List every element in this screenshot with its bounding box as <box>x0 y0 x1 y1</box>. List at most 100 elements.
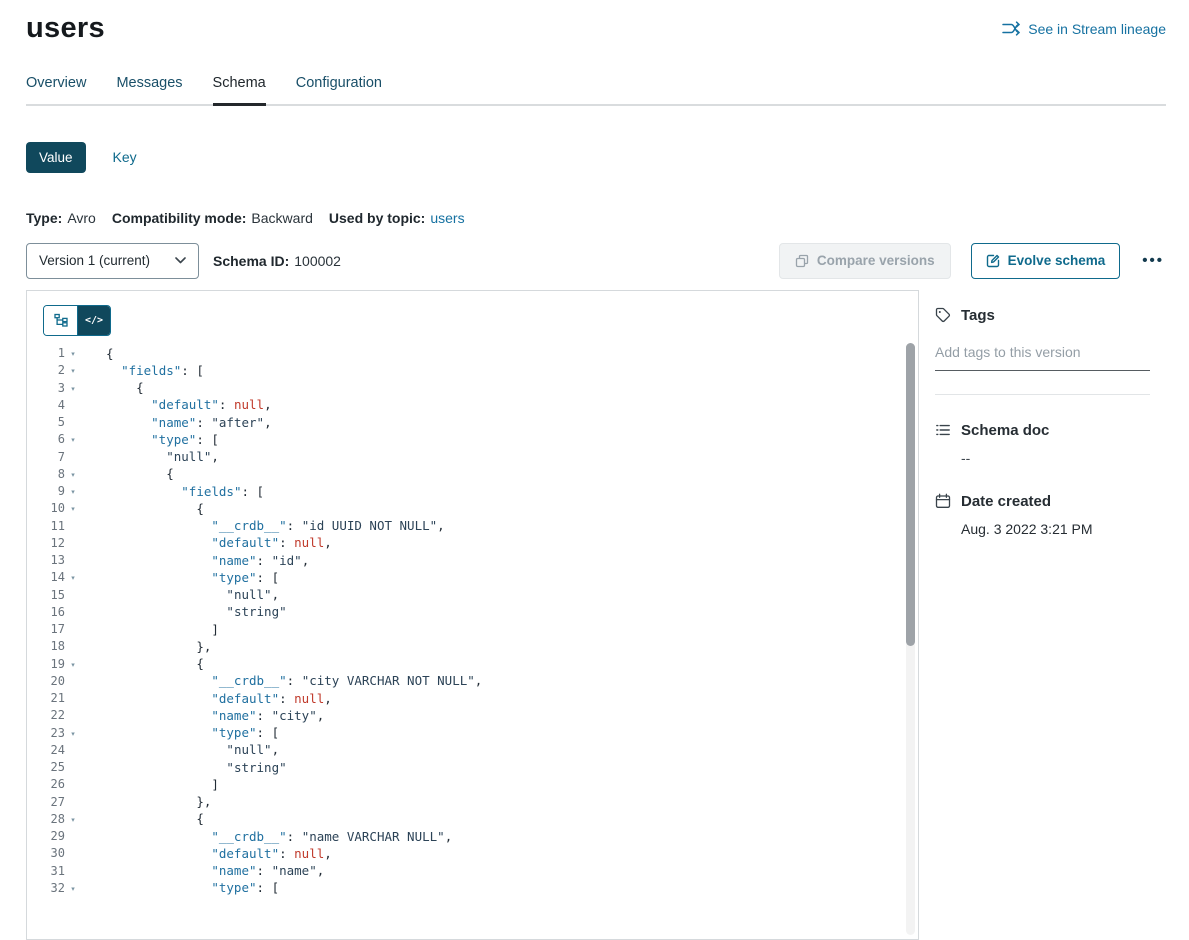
editor-toolbar: </> <box>27 291 918 336</box>
key-toggle-button[interactable]: Key <box>113 149 137 165</box>
code-line: 15 "null", <box>27 586 918 603</box>
code-text: { <box>81 655 204 672</box>
line-number: 29 <box>27 829 65 843</box>
topbar: users See in Stream lineage <box>26 0 1166 45</box>
code-text: "type": [ <box>81 879 279 896</box>
fold-spacer <box>65 628 81 630</box>
code-line: 21 "default": null, <box>27 690 918 707</box>
code-line: 12 "default": null, <box>27 534 918 551</box>
code-view-button[interactable]: </> <box>77 306 110 335</box>
fold-toggle-icon[interactable]: ▾ <box>65 728 81 738</box>
fold-spacer <box>65 525 81 527</box>
code-line: 4 "default": null, <box>27 396 918 413</box>
code-line: 16 "string" <box>27 603 918 620</box>
code-line: 5 "name": "after", <box>27 414 918 431</box>
line-number: 8 <box>27 467 65 481</box>
fold-toggle-icon[interactable]: ▾ <box>65 883 81 893</box>
fold-toggle-icon[interactable]: ▾ <box>65 365 81 375</box>
schema-content: </> 1▾{2▾ "fields": [3▾ {4 "default": nu… <box>26 290 1166 940</box>
line-number: 1 <box>27 346 65 360</box>
edit-schema-icon <box>986 254 1000 268</box>
code-text: }, <box>81 793 211 810</box>
schema-doc-section: Schema doc -- <box>935 422 1150 466</box>
fold-spacer <box>65 801 81 803</box>
schema-doc-value: -- <box>961 450 1150 466</box>
tags-section-title: Tags <box>961 307 995 324</box>
fold-toggle-icon[interactable]: ▾ <box>65 572 81 582</box>
code-line: 11 "__crdb__": "id UUID NOT NULL", <box>27 517 918 534</box>
code-text: "__crdb__": "id UUID NOT NULL", <box>81 517 445 534</box>
schema-doc-title: Schema doc <box>961 422 1049 439</box>
line-number: 19 <box>27 657 65 671</box>
line-number: 25 <box>27 760 65 774</box>
code-text: "null", <box>81 448 219 465</box>
tab-overview[interactable]: Overview <box>26 75 86 106</box>
code-line: 18 }, <box>27 638 918 655</box>
more-options-button[interactable]: ••• <box>1140 252 1166 269</box>
date-created-title: Date created <box>961 493 1051 510</box>
fold-spacer <box>65 559 81 561</box>
fold-toggle-icon[interactable]: ▾ <box>65 503 81 513</box>
fold-toggle-icon[interactable]: ▾ <box>65 814 81 824</box>
code-text: }, <box>81 638 211 655</box>
version-toolbar: Version 1 (current) Schema ID:100002 Com… <box>26 243 1166 279</box>
code-line: 10▾ { <box>27 500 918 517</box>
code-line: 6▾ "type": [ <box>27 431 918 448</box>
line-number: 28 <box>27 812 65 826</box>
code-line: 24 "null", <box>27 741 918 758</box>
tab-schema[interactable]: Schema <box>213 75 266 106</box>
schema-type: Type:Avro <box>26 210 96 226</box>
topic-link[interactable]: users <box>430 210 464 226</box>
code-text: "type": [ <box>81 569 279 586</box>
code-line: 13 "name": "id", <box>27 552 918 569</box>
code-text: "default": null, <box>81 396 272 413</box>
line-number: 7 <box>27 450 65 464</box>
line-number: 11 <box>27 519 65 533</box>
fold-toggle-icon[interactable]: ▾ <box>65 659 81 669</box>
value-toggle-button[interactable]: Value <box>26 142 86 173</box>
compare-versions-button[interactable]: Compare versions <box>779 243 951 279</box>
code-line: 9▾ "fields": [ <box>27 483 918 500</box>
version-select[interactable]: Version 1 (current) <box>26 243 199 279</box>
add-tags-input[interactable] <box>935 344 1150 371</box>
line-number: 20 <box>27 674 65 688</box>
fold-toggle-icon[interactable]: ▾ <box>65 434 81 444</box>
fold-toggle-icon[interactable]: ▾ <box>65 486 81 496</box>
date-created-icon <box>935 493 951 509</box>
editor-scrollbar-thumb[interactable] <box>906 343 915 646</box>
code-text: "fields": [ <box>81 362 204 379</box>
tab-configuration[interactable]: Configuration <box>296 75 382 106</box>
fold-spacer <box>65 542 81 544</box>
code-text: ] <box>81 621 219 638</box>
page: users See in Stream lineage Overview Mess… <box>0 0 1189 940</box>
fold-toggle-icon[interactable]: ▾ <box>65 348 81 358</box>
code-line: 14▾ "type": [ <box>27 569 918 586</box>
code-line: 17 ] <box>27 621 918 638</box>
line-number: 18 <box>27 639 65 653</box>
line-number: 9 <box>27 484 65 498</box>
fold-spacer <box>65 404 81 406</box>
line-number: 3 <box>27 381 65 395</box>
code-line: 25 "string" <box>27 759 918 776</box>
line-number: 16 <box>27 605 65 619</box>
evolve-schema-button[interactable]: Evolve schema <box>971 243 1121 279</box>
line-number: 12 <box>27 536 65 550</box>
code-line: 30 "default": null, <box>27 845 918 862</box>
tree-view-button[interactable] <box>44 306 77 335</box>
stream-lineage-link[interactable]: See in Stream lineage <box>1002 21 1166 37</box>
editor-scrollbar <box>906 343 915 935</box>
line-number: 30 <box>27 846 65 860</box>
code-text: "default": null, <box>81 690 332 707</box>
code-text: "type": [ <box>81 724 279 741</box>
tree-view-icon <box>54 313 68 327</box>
tab-bar: Overview Messages Schema Configuration <box>26 75 1166 106</box>
code-line: 23▾ "type": [ <box>27 724 918 741</box>
line-number: 32 <box>27 881 65 895</box>
code-editor[interactable]: 1▾{2▾ "fields": [3▾ {4 "default": null,5… <box>27 345 918 897</box>
view-mode-switch: </> <box>43 305 111 336</box>
used-by-topic: Used by topic:users <box>329 210 465 226</box>
fold-toggle-icon[interactable]: ▾ <box>65 383 81 393</box>
code-text: "string" <box>81 603 287 620</box>
tab-messages[interactable]: Messages <box>116 75 182 106</box>
fold-toggle-icon[interactable]: ▾ <box>65 469 81 479</box>
